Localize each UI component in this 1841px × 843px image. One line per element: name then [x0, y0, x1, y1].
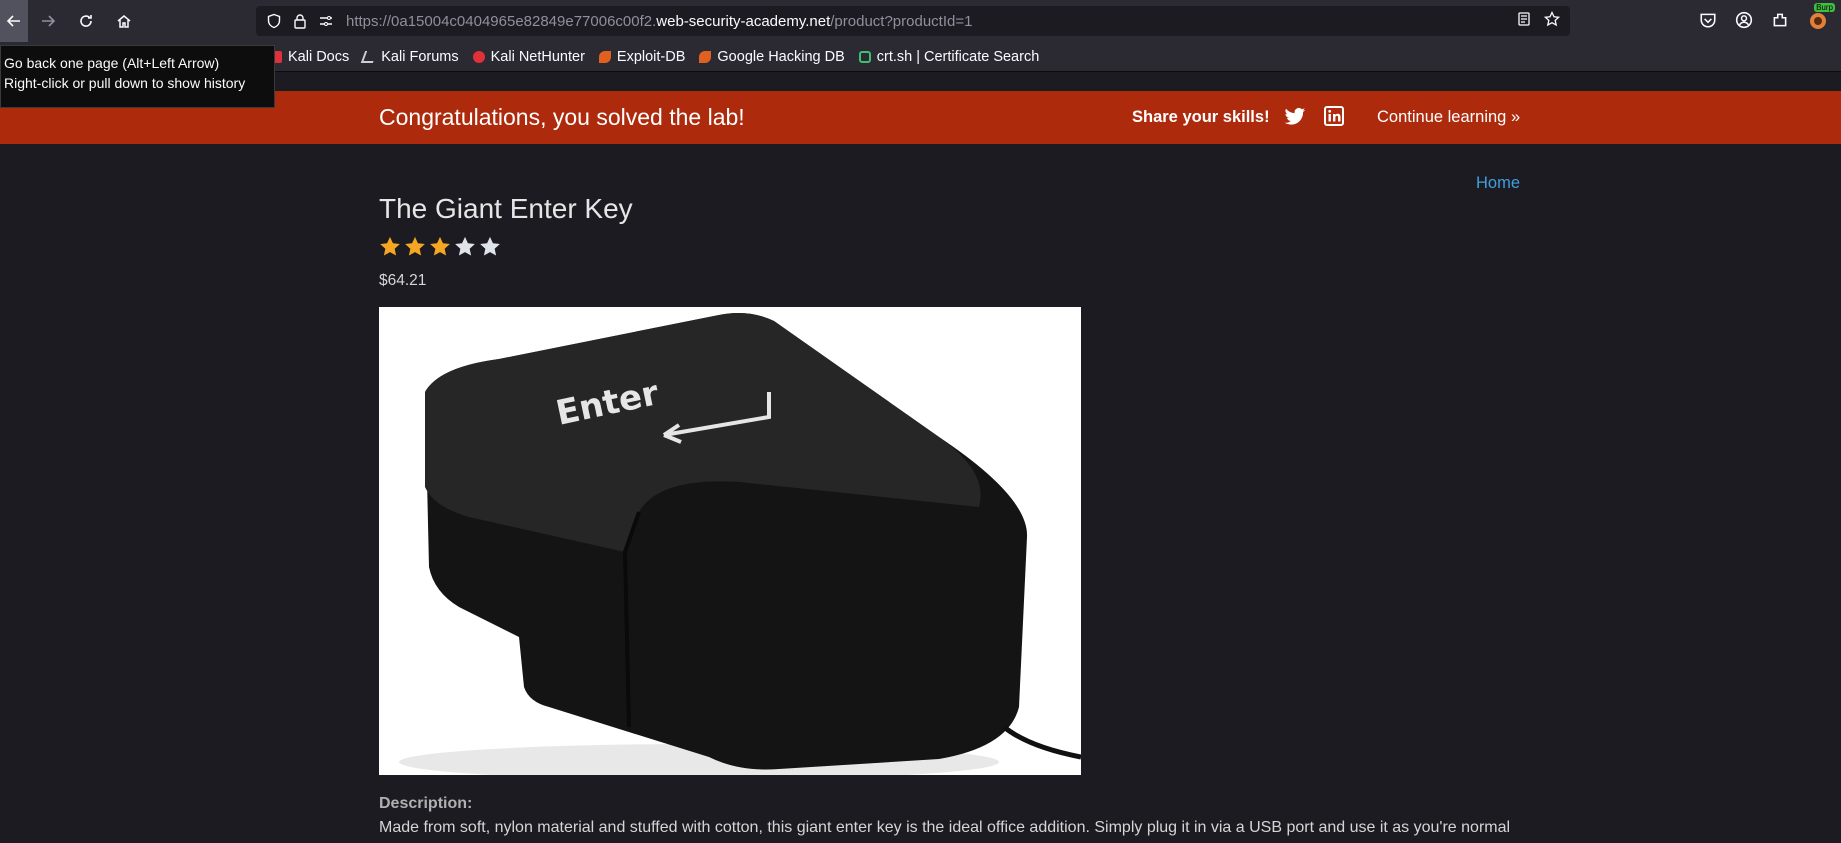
rating-stars — [379, 236, 501, 257]
share-label: Share your skills! — [1132, 108, 1270, 126]
home-icon — [117, 15, 131, 28]
lock-icon[interactable] — [292, 13, 308, 29]
forward-button[interactable] — [30, 3, 66, 39]
browser-toolbar: https://0a15004c0404965e82849e77006c00f2… — [0, 0, 1841, 42]
banner-title: Congratulations, you solved the lab! — [379, 104, 745, 130]
permissions-icon[interactable] — [318, 13, 334, 29]
url-text[interactable]: https://0a15004c0404965e82849e77006c00f2… — [346, 13, 972, 30]
bookmark-kali-docs[interactable]: Kali Docs — [270, 49, 349, 65]
bookmark-label: Google Hacking DB — [717, 48, 845, 65]
bookmark-ghdb[interactable]: Google Hacking DB — [699, 48, 845, 65]
nethunter-icon — [472, 50, 485, 63]
bookmark-crtsh[interactable]: crt.sh | Certificate Search — [858, 48, 1040, 65]
crtsh-icon — [858, 50, 871, 63]
tooltip-line: Right-click or pull down to show history — [4, 75, 246, 91]
bookmark-exploit-db[interactable]: Exploit-DB — [598, 48, 686, 65]
bookmark-label: Kali Docs — [288, 48, 350, 65]
account-icon[interactable] — [1735, 11, 1753, 29]
ghdb-icon — [699, 50, 712, 63]
back-button[interactable] — [0, 0, 28, 42]
bookmark-label: Exploit-DB — [616, 48, 686, 65]
product-price: $64.21 — [379, 272, 427, 289]
arrow-left-icon — [6, 15, 20, 27]
bookmark-label: crt.sh | Certificate Search — [876, 48, 1040, 65]
url-path: /product?productId=1 — [830, 12, 973, 30]
lab-solved-banner: Congratulations, you solved the lab! Sha… — [0, 91, 1841, 144]
bookmark-star-icon[interactable] — [1544, 11, 1560, 27]
exploit-db-icon — [598, 50, 611, 63]
url-prefix: https://0a15004c0404965e82849e77006c00f2… — [346, 12, 657, 30]
shield-icon[interactable] — [266, 13, 282, 29]
twitter-icon[interactable] — [1284, 107, 1306, 127]
linkedin-icon[interactable] — [1324, 106, 1344, 126]
product-image: Enter — [379, 307, 1081, 775]
url-bar[interactable]: https://0a15004c0404965e82849e77006c00f2… — [256, 6, 1570, 36]
bookmark-kali-forums[interactable]: Kali Forums — [361, 48, 459, 65]
kali-forums-icon — [361, 50, 378, 63]
bookmark-label: Kali NetHunter — [490, 48, 585, 65]
burp-badge: Burp — [1814, 3, 1835, 12]
url-host: web-security-academy.net — [656, 12, 831, 30]
reload-icon — [80, 15, 92, 27]
burp-icon — [1810, 13, 1826, 29]
continue-learning-link[interactable]: Continue learning » — [1377, 108, 1520, 127]
back-button-tooltip: Go back one page (Alt+Left Arrow) Right-… — [0, 45, 275, 108]
extensions-icon[interactable] — [1771, 11, 1789, 29]
product-title: The Giant Enter Key — [379, 193, 633, 224]
pocket-icon[interactable] — [1699, 11, 1717, 29]
description-text: Made from soft, nylon material and stuff… — [379, 819, 1511, 836]
arrow-right-icon — [42, 15, 56, 27]
reader-view-icon[interactable] — [1516, 11, 1532, 27]
star-filled-icon — [380, 236, 400, 256]
bookmarks-bar: Kali Docs Kali Forums Kali NetHunter Exp… — [0, 42, 1841, 72]
burp-extension-button[interactable]: Burp — [1807, 3, 1835, 31]
home-link[interactable]: Home — [1476, 174, 1520, 193]
double-chevron-right-icon: » — [1510, 108, 1521, 126]
tooltip-line: Go back one page (Alt+Left Arrow) — [4, 55, 220, 71]
reload-button[interactable] — [68, 3, 104, 39]
home-button[interactable] — [106, 3, 142, 39]
continue-label: Continue learning — [1377, 108, 1507, 126]
star-empty-icon — [480, 236, 500, 256]
star-filled-icon — [430, 236, 450, 256]
bookmark-kali-nethunter[interactable]: Kali NetHunter — [472, 48, 585, 65]
star-filled-icon — [405, 236, 425, 256]
description-label: Description: — [379, 795, 473, 812]
star-empty-icon — [455, 236, 475, 256]
bookmark-label: Kali Forums — [381, 48, 459, 65]
